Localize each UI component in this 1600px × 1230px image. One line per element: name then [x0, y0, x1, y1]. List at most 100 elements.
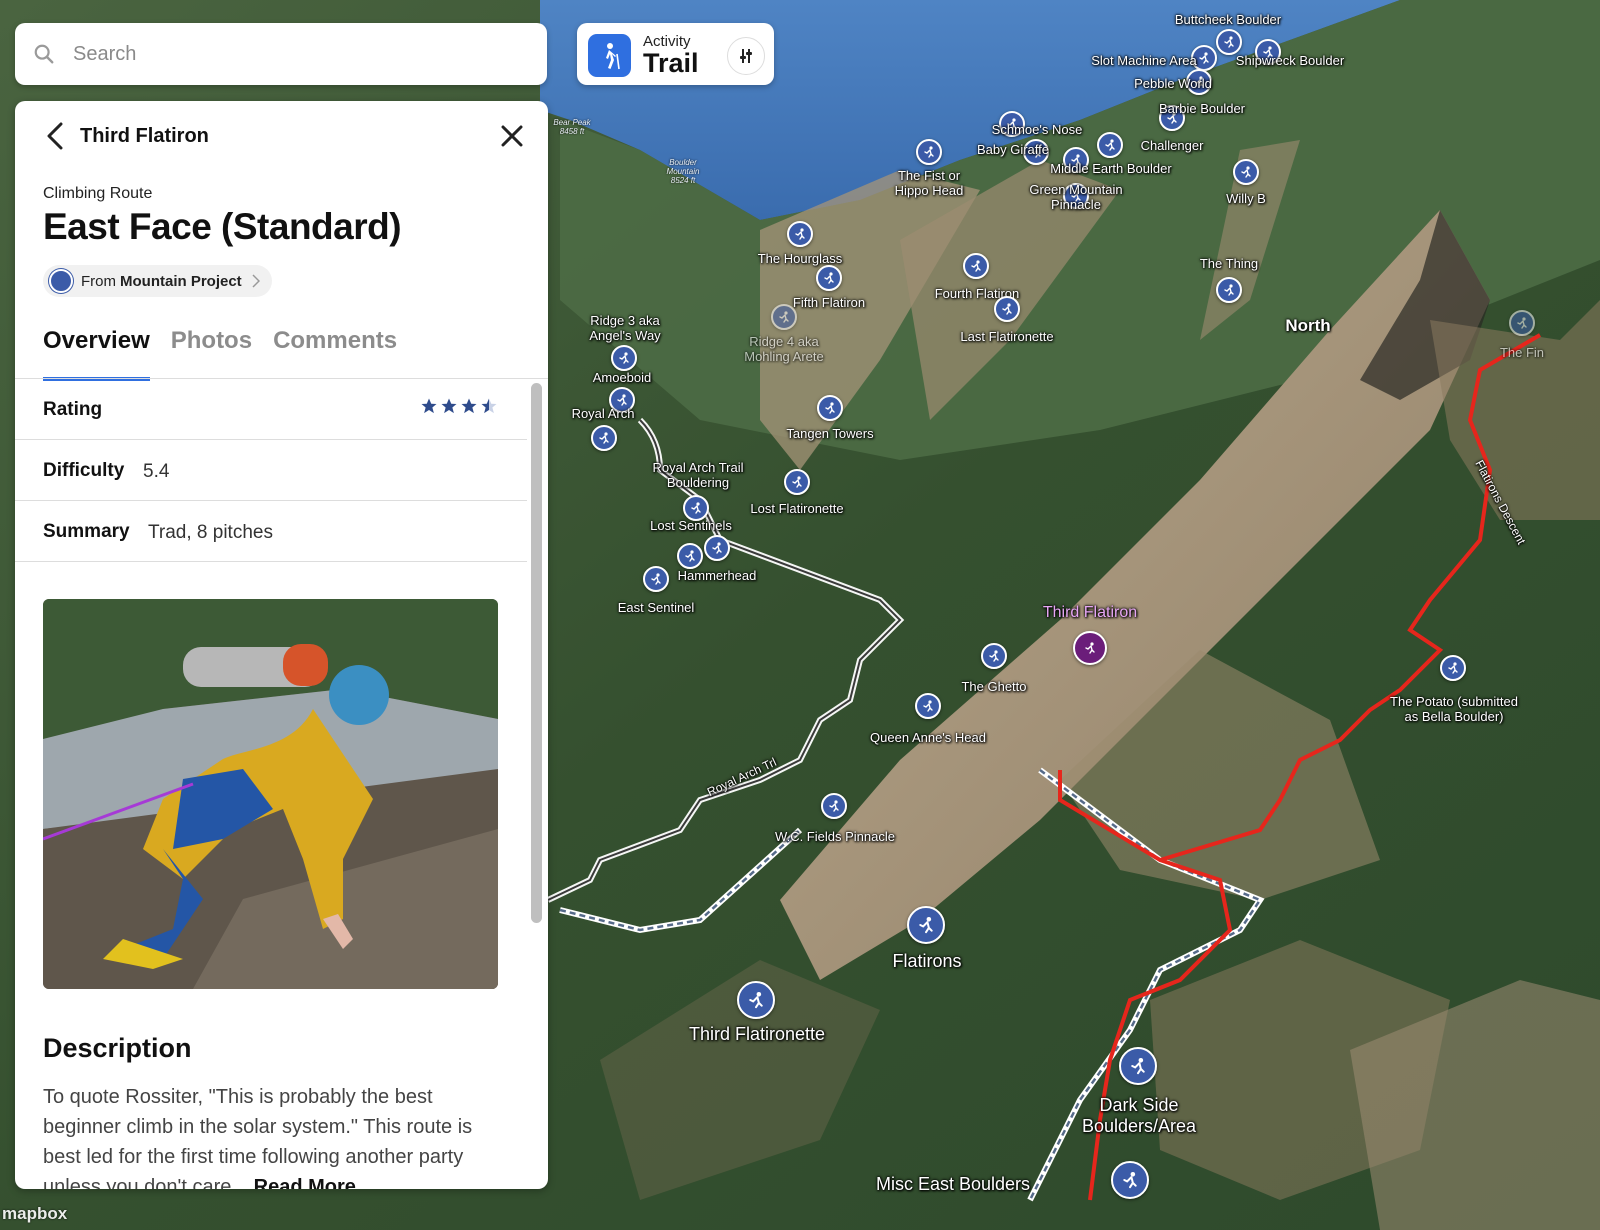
- map-marker[interactable]: [677, 543, 703, 569]
- tab-photos[interactable]: Photos: [171, 323, 252, 377]
- map-marker-label[interactable]: Royal Arch: [572, 406, 635, 421]
- map-marker-label[interactable]: The Potato (submitted as Bella Boulder): [1390, 694, 1518, 724]
- map-marker[interactable]: [981, 643, 1007, 669]
- tab-comments[interactable]: Comments: [273, 323, 397, 377]
- map-marker-label[interactable]: Schmoe's Nose: [992, 122, 1083, 137]
- map-marker[interactable]: [915, 693, 941, 719]
- map-marker[interactable]: [816, 265, 842, 291]
- map-marker-label[interactable]: Shipwreck Boulder: [1236, 53, 1344, 68]
- map-marker-label[interactable]: Slot Machine Area: [1091, 53, 1197, 68]
- map-marker-label[interactable]: Fifth Flatiron: [793, 295, 865, 310]
- map-marker-label[interactable]: Third Flatiron: [1043, 605, 1137, 621]
- map-marker[interactable]: [787, 221, 813, 247]
- climber-icon: [825, 402, 835, 414]
- map-marker[interactable]: [737, 981, 775, 1019]
- climber-icon: [792, 476, 802, 488]
- map-marker[interactable]: [916, 139, 942, 165]
- map-marker-label[interactable]: Royal Arch Trail Bouldering: [652, 460, 743, 490]
- filter-button[interactable]: [727, 37, 765, 75]
- map-marker-label[interactable]: Green Mountain Pinnacle: [1029, 182, 1122, 212]
- climber-photo: [43, 599, 498, 989]
- map-marker-label[interactable]: Lost Sentinels: [650, 518, 732, 533]
- map-marker-label[interactable]: Lost Flatironette: [750, 501, 843, 516]
- map-marker[interactable]: [817, 395, 843, 421]
- climber-icon: [619, 352, 629, 364]
- map-marker-label[interactable]: The Fist or Hippo Head: [895, 168, 964, 198]
- source-link[interactable]: From Mountain Project: [43, 265, 272, 297]
- map-marker[interactable]: [994, 296, 1020, 322]
- map-marker-label[interactable]: The Ghetto: [961, 679, 1026, 694]
- map-marker[interactable]: [1097, 132, 1123, 158]
- map-marker-label[interactable]: Dark Side Boulders/Area: [1082, 1095, 1196, 1137]
- activity-selector[interactable]: Activity Trail: [577, 23, 774, 85]
- map-marker[interactable]: [963, 253, 989, 279]
- overview-content[interactable]: Rating Difficulty 5.4 Summary Trad, 8 pi…: [15, 379, 527, 1189]
- route-detail-panel: Third Flatiron Climbing Route East Face …: [15, 101, 548, 1189]
- map-marker-label[interactable]: The Fin: [1500, 345, 1544, 360]
- climber-icon: [1224, 36, 1234, 48]
- rating-label: Rating: [43, 399, 103, 420]
- search-input[interactable]: [71, 41, 495, 67]
- map-marker[interactable]: [1216, 29, 1242, 55]
- read-more-link[interactable]: Read More: [254, 1176, 356, 1189]
- map-marker-label[interactable]: East Sentinel: [618, 600, 695, 615]
- scrollbar[interactable]: [531, 383, 542, 923]
- map-marker-label[interactable]: Queen Anne's Head: [870, 730, 986, 745]
- back-arrow-icon[interactable]: [43, 121, 67, 151]
- map-marker-label[interactable]: Middle Earth Boulder: [1050, 161, 1171, 176]
- map-marker-label[interactable]: Ridge 3 aka Angel's Way: [589, 313, 660, 343]
- star-full-icon: [421, 398, 437, 414]
- map-marker[interactable]: [771, 304, 797, 330]
- map-marker-label[interactable]: Last Flatironette: [960, 329, 1053, 344]
- map-marker-label[interactable]: Buttcheek Boulder: [1175, 12, 1281, 27]
- map-marker-label[interactable]: Flatirons: [892, 951, 961, 972]
- map-marker[interactable]: [643, 566, 669, 592]
- close-icon[interactable]: [499, 123, 525, 149]
- map-marker-label[interactable]: The Thing: [1200, 256, 1258, 271]
- map-marker-label[interactable]: Amoeboid: [593, 370, 652, 385]
- map-marker[interactable]: [821, 793, 847, 819]
- map-marker-label[interactable]: W.C. Fields Pinnacle: [775, 829, 895, 844]
- map-marker[interactable]: [1509, 310, 1535, 336]
- search-bar[interactable]: [15, 23, 547, 85]
- map-marker-label[interactable]: Third Flatironette: [689, 1024, 825, 1045]
- map-marker-label[interactable]: Willy B: [1226, 191, 1266, 206]
- map-marker[interactable]: [591, 425, 617, 451]
- tab-overview[interactable]: Overview: [43, 323, 150, 381]
- map-marker[interactable]: [907, 906, 945, 944]
- climber-icon: [919, 917, 933, 934]
- chevron-right-icon: [252, 274, 260, 288]
- map-marker[interactable]: [704, 535, 730, 561]
- map-marker-label[interactable]: Challenger: [1141, 138, 1204, 153]
- climber-icon: [989, 650, 999, 662]
- map-marker[interactable]: [1119, 1047, 1157, 1085]
- map-marker-label[interactable]: Hammerhead: [678, 568, 757, 583]
- panel-header: Third Flatiron: [15, 101, 548, 171]
- map-marker[interactable]: [1111, 1161, 1149, 1199]
- map-marker[interactable]: [1233, 159, 1259, 185]
- climber-icon: [829, 800, 839, 812]
- map-marker-label[interactable]: Baby Giraffe: [977, 142, 1049, 157]
- map-marker[interactable]: [784, 469, 810, 495]
- map-marker[interactable]: [1216, 277, 1242, 303]
- star-half-icon: [481, 398, 497, 414]
- summary-label: Summary: [43, 521, 130, 542]
- summary-row: Summary Trad, 8 pitches: [15, 501, 527, 562]
- rating-row: Rating: [15, 379, 527, 440]
- map-marker-label[interactable]: Misc East Boulders: [876, 1174, 1030, 1195]
- map-marker-label[interactable]: Tangen Towers: [786, 426, 873, 441]
- climber-icon: [1085, 642, 1095, 654]
- map-marker-label[interactable]: The Hourglass: [758, 251, 843, 266]
- climber-icon: [691, 502, 701, 514]
- hiker-icon: [588, 34, 631, 77]
- climber-icon: [923, 700, 933, 712]
- map-marker-label[interactable]: Ridge 4 aka Mohling Arete: [744, 334, 824, 364]
- map-marker[interactable]: [1073, 631, 1107, 665]
- map-marker-label[interactable]: Barbie Boulder: [1159, 101, 1245, 116]
- map-marker-label[interactable]: Pebble World: [1134, 76, 1212, 91]
- map-marker[interactable]: [1440, 655, 1466, 681]
- route-photo[interactable]: [43, 599, 498, 989]
- map-marker[interactable]: [611, 345, 637, 371]
- climber-icon: [795, 228, 805, 240]
- difficulty-value: 5.4: [143, 461, 170, 482]
